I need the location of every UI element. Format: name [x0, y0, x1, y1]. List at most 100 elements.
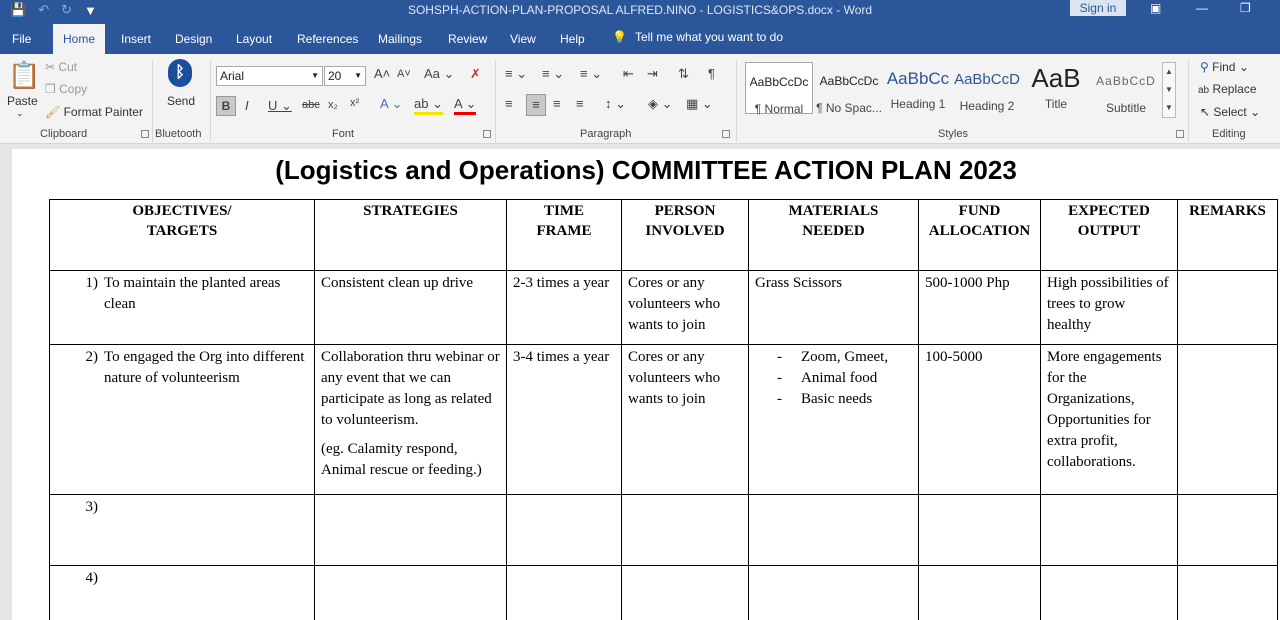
increase-indent-icon[interactable]: ⇥: [647, 66, 658, 82]
line-spacing-icon[interactable]: ↕ ⌄: [605, 96, 626, 112]
objective-cell[interactable]: 3): [49, 494, 315, 566]
find-button[interactable]: ⚲ Find ⌄: [1200, 60, 1249, 74]
tell-me-search[interactable]: 💡 Tell me what you want to do: [612, 30, 783, 44]
remarks-cell[interactable]: [1177, 494, 1278, 566]
tab-insert[interactable]: Insert: [121, 20, 151, 54]
tab-review[interactable]: Review: [448, 20, 487, 54]
style-normal[interactable]: AaBbCcDc ¶ Normal: [745, 62, 813, 116]
font-size-select[interactable]: 20 ▼: [324, 66, 366, 86]
subscript-icon[interactable]: x₂: [328, 99, 338, 111]
tab-references[interactable]: References: [297, 20, 358, 54]
fund-cell[interactable]: 100-5000: [918, 344, 1041, 495]
copy-button[interactable]: ❐ Copy: [45, 82, 87, 96]
style-heading-2[interactable]: AaBbCcD Heading 2: [953, 62, 1021, 114]
paste-icon[interactable]: 📋: [8, 60, 40, 91]
tab-layout[interactable]: Layout: [236, 20, 272, 54]
remarks-cell[interactable]: [1177, 565, 1278, 620]
clipboard-launcher-icon[interactable]: [141, 130, 149, 138]
tab-help[interactable]: Help: [560, 20, 585, 54]
tab-view[interactable]: View: [510, 20, 536, 54]
strategy-cell[interactable]: Consistent clean up drive: [314, 270, 507, 345]
fund-cell[interactable]: [918, 494, 1041, 566]
time-frame-cell[interactable]: 3-4 times a year: [506, 344, 622, 495]
justify-icon[interactable]: ≡: [576, 96, 584, 111]
italic-icon[interactable]: I: [245, 98, 249, 113]
bluetooth-send-button[interactable]: Send: [167, 94, 195, 108]
sign-in-button[interactable]: Sign in: [1070, 0, 1126, 16]
output-cell[interactable]: High possibilities of trees to grow heal…: [1040, 270, 1178, 345]
align-center-icon[interactable]: ≡: [526, 94, 546, 116]
document-page[interactable]: (Logistics and Operations) COMMITTEE ACT…: [12, 149, 1280, 620]
styles-scroll[interactable]: ▲ ▼ ▼: [1162, 62, 1176, 118]
objective-cell[interactable]: 1) To maintain the planted areas clean: [49, 270, 315, 345]
multilevel-list-icon[interactable]: ≡ ⌄: [580, 66, 602, 82]
materials-cell[interactable]: [748, 565, 919, 620]
select-button[interactable]: ↖ Select ⌄: [1200, 105, 1260, 119]
underline-icon[interactable]: U ⌄: [268, 98, 292, 114]
show-formatting-icon[interactable]: ¶: [708, 66, 715, 81]
strikethrough-icon[interactable]: abc: [302, 99, 320, 111]
persons-cell[interactable]: [621, 494, 749, 566]
font-launcher-icon[interactable]: [483, 130, 491, 138]
materials-cell[interactable]: Zoom, Gmeet, Animal food Basic needs: [748, 344, 919, 495]
text-effects-icon[interactable]: A ⌄: [380, 96, 402, 112]
output-cell[interactable]: [1040, 494, 1178, 566]
style-no-spacing[interactable]: AaBbCcDc ¶ No Spac...: [815, 62, 883, 115]
time-frame-cell[interactable]: [506, 565, 622, 620]
align-left-icon[interactable]: ≡: [505, 96, 513, 111]
font-color-icon[interactable]: A ⌄: [454, 96, 477, 115]
grow-font-icon[interactable]: A˄: [374, 66, 390, 81]
font-family-select[interactable]: Arial ▼: [216, 66, 323, 86]
tab-file[interactable]: File: [12, 20, 31, 54]
decrease-indent-icon[interactable]: ⇤: [623, 66, 634, 82]
objective-cell[interactable]: 2) To engaged the Org into different natu…: [49, 344, 315, 495]
strategy-cell[interactable]: [314, 494, 507, 566]
clear-formatting-icon[interactable]: ✗: [470, 66, 481, 82]
strategy-cell[interactable]: [314, 565, 507, 620]
bluetooth-icon[interactable]: ᛒ: [168, 59, 192, 87]
materials-cell[interactable]: Grass Scissors: [748, 270, 919, 345]
persons-cell[interactable]: [621, 565, 749, 620]
minimize-icon[interactable]: —: [1196, 1, 1208, 15]
shading-icon[interactable]: ◈ ⌄: [648, 96, 673, 112]
objective-cell[interactable]: 4): [49, 565, 315, 620]
fund-cell[interactable]: 500-1000 Php: [918, 270, 1041, 345]
style-subtitle[interactable]: AaBbCcD Subtitle: [1092, 62, 1160, 115]
paste-dropdown-icon[interactable]: ⌄: [16, 108, 24, 119]
numbering-icon[interactable]: ≡ ⌄: [542, 66, 564, 82]
cut-button[interactable]: ✂ Cut: [45, 60, 77, 74]
materials-cell[interactable]: [748, 494, 919, 566]
styles-launcher-icon[interactable]: [1176, 130, 1184, 138]
borders-icon[interactable]: ▦ ⌄: [686, 96, 713, 112]
sort-icon[interactable]: ⇅: [678, 66, 689, 82]
tab-mailings[interactable]: Mailings: [378, 20, 422, 54]
tab-design[interactable]: Design: [175, 20, 212, 54]
remarks-cell[interactable]: [1177, 344, 1278, 495]
shrink-font-icon[interactable]: A˅: [397, 68, 411, 80]
paste-button[interactable]: Paste: [7, 94, 38, 108]
style-heading-1[interactable]: AaBbCc Heading 1: [884, 62, 952, 114]
replace-button[interactable]: ab Replace: [1198, 82, 1257, 96]
output-cell[interactable]: [1040, 565, 1178, 620]
tab-home[interactable]: Home: [53, 24, 106, 54]
persons-cell[interactable]: Cores or any volunteers who wants to joi…: [621, 270, 749, 345]
style-title[interactable]: AaB Title: [1022, 62, 1090, 114]
output-cell[interactable]: More engagements for the Organizations, …: [1040, 344, 1178, 495]
bold-icon[interactable]: B: [216, 96, 236, 116]
bullets-icon[interactable]: ≡ ⌄: [505, 66, 527, 82]
align-right-icon[interactable]: ≡: [553, 96, 561, 111]
time-frame-cell[interactable]: [506, 494, 622, 566]
time-frame-cell[interactable]: 2-3 times a year: [506, 270, 622, 345]
superscript-icon[interactable]: x²: [350, 97, 359, 109]
change-case-button[interactable]: Aa ⌄: [424, 66, 454, 82]
paragraph-launcher-icon[interactable]: [722, 130, 730, 138]
remarks-cell[interactable]: [1177, 270, 1278, 345]
restore-icon[interactable]: ❐: [1240, 1, 1251, 15]
persons-cell[interactable]: Cores or any volunteers who wants to joi…: [621, 344, 749, 495]
highlight-icon[interactable]: ab ⌄: [414, 96, 443, 115]
strategy-cell[interactable]: Collaboration thru webinar or any event …: [314, 344, 507, 495]
style-name: Heading 2: [959, 99, 1015, 113]
ribbon-display-icon[interactable]: ▣: [1150, 1, 1161, 15]
format-painter-button[interactable]: 🖌 Format Painter: [45, 105, 143, 119]
fund-cell[interactable]: [918, 565, 1041, 620]
